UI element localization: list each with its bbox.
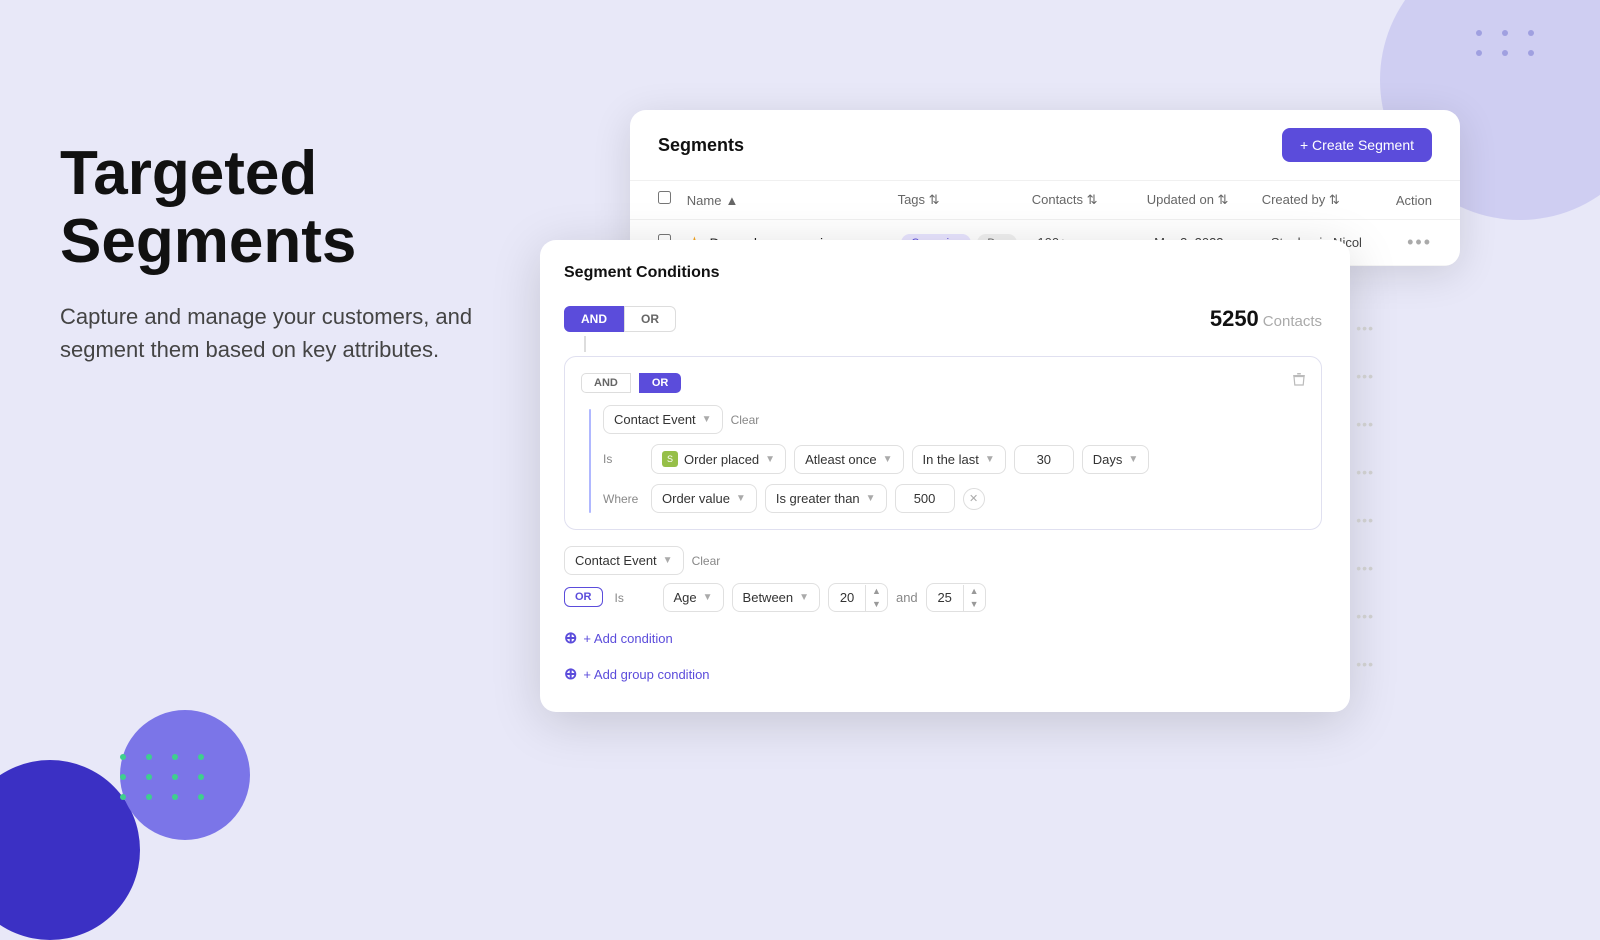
bg-dots-top-right	[1476, 30, 1540, 56]
or-condition-row: Is Age ▼ Between ▼ 20 ▲ ▼ and	[615, 583, 986, 612]
condition-left-wrapper: Contact Event ▼ Clear Is S Order placed …	[581, 405, 1305, 513]
segments-header: Segments + Create Segment	[630, 110, 1460, 181]
days-unit-select[interactable]: Days ▼	[1082, 445, 1150, 474]
age-value1-up[interactable]: ▲	[866, 585, 887, 598]
right-side-dots: ••• ••• ••• ••• ••• ••• ••• •••	[1356, 320, 1374, 672]
vertical-line-top	[584, 336, 586, 352]
group-or-button[interactable]: OR	[639, 373, 682, 393]
group-and-button[interactable]: AND	[581, 373, 631, 393]
dots-menu-1[interactable]: •••	[1356, 320, 1374, 336]
or-is-label: Is	[615, 591, 655, 605]
clear-where-button[interactable]: ✕	[963, 488, 985, 510]
column-header-created: Created by ⇅	[1262, 192, 1396, 208]
add-condition-plus-icon: ⊕	[564, 628, 577, 648]
frequency-select[interactable]: Atleast once ▼	[794, 445, 903, 474]
bg-dots-bottom-left	[120, 754, 210, 800]
age-field-select[interactable]: Age ▼	[663, 583, 724, 612]
condition-toggle-row: Segment Conditions	[564, 264, 1322, 298]
days-input[interactable]	[1014, 445, 1074, 474]
segments-title: Segments	[658, 135, 744, 156]
column-header-updated: Updated on ⇅	[1147, 192, 1262, 208]
top-or-button[interactable]: OR	[624, 306, 676, 332]
dots-menu-2[interactable]: •••	[1356, 368, 1374, 384]
dots-menu-7[interactable]: •••	[1356, 608, 1374, 624]
clear-link-2[interactable]: Clear	[692, 554, 721, 568]
page-title: Targeted Segments	[60, 140, 510, 276]
where-operator-select[interactable]: Is greater than ▼	[765, 484, 887, 513]
order-condition-row: Is S Order placed ▼ Atleast once ▼ In th…	[603, 444, 1305, 474]
age-value1: 20	[829, 584, 865, 611]
where-label: Where	[603, 492, 643, 506]
contact-event-row-1: Contact Event ▼ Clear	[603, 405, 1305, 434]
select-all-checkbox[interactable]	[658, 191, 671, 204]
left-panel: Targeted Segments Capture and manage you…	[60, 140, 510, 366]
create-segment-button[interactable]: + Create Segment	[1282, 128, 1432, 162]
row-action-menu[interactable]: •••	[1407, 232, 1432, 253]
table-header: Name ▲ Tags ⇅ Contacts ⇅ Updated on ⇅ Cr…	[630, 181, 1460, 220]
where-field-select[interactable]: Order value ▼	[651, 484, 757, 513]
where-row: Where Order value ▼ Is greater than ▼ ✕	[603, 484, 1305, 513]
column-header-name: Name ▲	[687, 193, 898, 208]
column-header-action: Action	[1396, 193, 1432, 208]
clear-link-1[interactable]: Clear	[731, 413, 760, 427]
top-toggle-group: AND OR	[564, 306, 676, 332]
or-group-wrapper: OR Is Age ▼ Between ▼ 20 ▲ ▼	[564, 583, 1322, 612]
contact-event-select-2[interactable]: Contact Event ▼	[564, 546, 684, 575]
dots-menu-3[interactable]: •••	[1356, 416, 1374, 432]
age-value2-up[interactable]: ▲	[964, 585, 985, 598]
add-group-plus-icon: ⊕	[564, 664, 577, 684]
contact-event-row-2: Contact Event ▼ Clear	[564, 546, 1322, 575]
age-value1-down[interactable]: ▼	[866, 598, 887, 611]
bg-decoration-circle-bottom-left	[0, 760, 140, 940]
between-operator-select[interactable]: Between ▼	[732, 583, 821, 612]
or-badge: OR	[564, 587, 603, 607]
group-toggle-row-1: AND OR	[581, 373, 1305, 393]
contact-event-select-1[interactable]: Contact Event ▼	[603, 405, 723, 434]
dots-menu-5[interactable]: •••	[1356, 512, 1374, 528]
dots-menu-6[interactable]: •••	[1356, 560, 1374, 576]
add-condition-button[interactable]: ⊕ + Add condition	[564, 624, 673, 652]
column-header-tags: Tags ⇅	[898, 192, 1032, 208]
group-block-1: AND OR Contact Event ▼ Clear Is	[564, 356, 1322, 530]
age-value2-stepper: 25 ▲ ▼	[926, 583, 986, 612]
contacts-count: 5250Contacts	[1210, 306, 1322, 332]
group-2-section: Contact Event ▼ Clear OR Is Age ▼ Betwee…	[564, 546, 1322, 612]
add-group-condition-button[interactable]: ⊕ + Add group condition	[564, 660, 710, 688]
event-type-select[interactable]: S Order placed ▼	[651, 444, 786, 474]
dots-menu-8[interactable]: •••	[1356, 656, 1374, 672]
condition-left-line	[589, 409, 591, 513]
delete-group-button[interactable]	[1291, 371, 1307, 392]
age-value2-down[interactable]: ▼	[964, 598, 985, 611]
is-label: Is	[603, 452, 643, 466]
column-header-contacts: Contacts ⇅	[1032, 192, 1147, 208]
age-value2: 25	[927, 584, 963, 611]
top-and-button[interactable]: AND	[564, 306, 624, 332]
dots-menu-4[interactable]: •••	[1356, 464, 1374, 480]
page-description: Capture and manage your customers, and s…	[60, 300, 510, 366]
condition-rows: Contact Event ▼ Clear Is S Order placed …	[603, 405, 1305, 513]
and-label: and	[896, 590, 918, 605]
where-value-input[interactable]	[895, 484, 955, 513]
period-select[interactable]: In the last ▼	[912, 445, 1006, 474]
age-value1-stepper: 20 ▲ ▼	[828, 583, 888, 612]
conditions-title: Segment Conditions	[564, 264, 720, 282]
conditions-panel: Segment Conditions AND OR 5250Contacts A…	[540, 240, 1350, 712]
shopify-icon: S	[662, 451, 678, 467]
